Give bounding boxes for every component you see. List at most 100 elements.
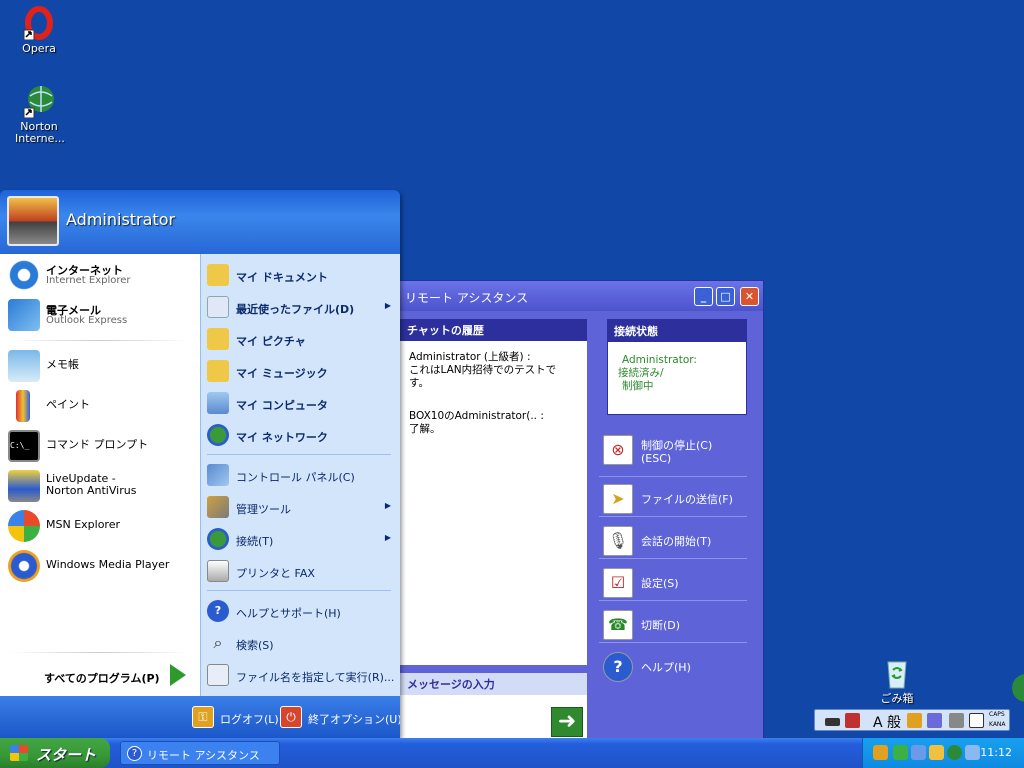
start-place-admin-tools[interactable]: 管理ツール ▶ [207, 492, 395, 520]
place-label: マイ ドキュメント [236, 271, 328, 284]
ime-pad-icon[interactable] [845, 713, 860, 728]
start-place-recent-documents[interactable]: 最近使ったファイル(D) ▶ [207, 292, 395, 320]
control-panel-icon [207, 464, 229, 486]
action-label: ヘルプ(H) [641, 661, 691, 674]
start-place-my-computer[interactable]: マイ コンピュータ [207, 388, 395, 416]
msn-icon[interactable] [893, 745, 908, 760]
start-talk-button[interactable]: 🎙 会話の開始(T) [599, 523, 747, 559]
start-item-media-player[interactable]: Windows Media Player [8, 547, 196, 585]
input-mode[interactable]: A 般 [873, 712, 901, 732]
network-connection-icon[interactable] [911, 745, 926, 760]
maximize-button[interactable]: □ [716, 287, 735, 306]
start-item-command-prompt[interactable]: C:\_ コマンド プロンプト [8, 427, 196, 465]
liveupdate-icon [8, 470, 40, 502]
start-item-email[interactable]: 電子メール Outlook Express [8, 296, 196, 334]
chat-line: Administrator (上級者) : [409, 351, 531, 363]
desktop-icon-opera[interactable]: Opera [4, 6, 74, 55]
start-place-printers[interactable]: プリンタと FAX [207, 556, 395, 584]
tool-icon[interactable] [907, 713, 922, 728]
start-item-msn-explorer[interactable]: MSN Explorer [8, 507, 196, 545]
place-label: コントロール パネル(C) [236, 471, 355, 484]
start-place-my-pictures[interactable]: マイ ピクチャ [207, 324, 395, 352]
start-menu-places: マイ ドキュメント 最近使ったファイル(D) ▶ マイ ピクチャ マイ ミュージ… [200, 254, 400, 696]
minimize-button[interactable]: _ [694, 287, 713, 306]
logoff-label: ログオフ(L) [220, 713, 279, 726]
start-place-my-documents[interactable]: マイ ドキュメント [207, 260, 395, 288]
separator [8, 652, 192, 653]
start-place-connections[interactable]: 接続(T) ▶ [207, 524, 395, 552]
send-message-button[interactable]: ➜ [551, 707, 583, 737]
start-label: スタート [36, 746, 97, 764]
msn-explorer-icon [8, 510, 40, 542]
action-label: 設定(S) [641, 577, 679, 590]
message-input-panel: メッセージの入力 ➜ [391, 673, 587, 741]
help-icon: ? [603, 652, 633, 682]
start-item-label: MSN Explorer [46, 518, 120, 531]
window-titlebar[interactable]: リモート アシスタンス _ □ ✕ [391, 281, 763, 311]
desktop-icon-norton[interactable]: Norton Interne... [4, 84, 74, 145]
my-network-icon [207, 424, 229, 446]
avatar[interactable] [7, 196, 59, 246]
start-item-paint[interactable]: ペイント [8, 387, 196, 425]
close-button[interactable]: ✕ [740, 287, 759, 306]
chat-history-header: チャットの履歴 [391, 319, 587, 341]
help-button[interactable]: ? ヘルプ(H) [599, 649, 747, 685]
admin-tools-icon [207, 496, 229, 518]
start-place-my-network[interactable]: マイ ネットワーク [207, 420, 395, 448]
start-menu-footer: ⚿ ログオフ(L) ⏻ 終了オプション(U) [0, 696, 400, 738]
place-label: マイ ミュージック [236, 367, 328, 380]
connection-status-panel: 接続状態 Administrator: 接続済み/ 制御中 [607, 319, 747, 415]
desktop-icon-recycle-bin[interactable]: ごみ箱 [862, 656, 932, 705]
chat-line: BOX10のAdministrator(.. : [409, 410, 544, 422]
recycle-bin-icon [880, 656, 914, 690]
clock[interactable]: 11:12 [980, 746, 1012, 759]
keyboard-icon[interactable] [825, 718, 840, 726]
start-place-search[interactable]: ⌕ 検索(S) [207, 628, 395, 656]
action-label: 会話の開始(T) [641, 535, 712, 548]
remote-assistance-window[interactable]: リモート アシスタンス _ □ ✕ チャットの履歴 Administrator … [390, 280, 764, 742]
message-input[interactable] [391, 693, 545, 739]
volume-icon[interactable] [929, 745, 944, 760]
help-icon[interactable] [969, 713, 984, 728]
place-label: マイ ネットワーク [236, 431, 328, 444]
command-prompt-icon: C:\_ [8, 430, 40, 462]
start-menu-programs: インターネット Internet Explorer 電子メール Outlook … [0, 254, 200, 696]
notepad-icon [8, 350, 40, 382]
start-place-my-music[interactable]: マイ ミュージック [207, 356, 395, 384]
start-item-liveupdate[interactable]: LiveUpdate - Norton AntiVirus [8, 467, 196, 505]
start-place-run[interactable]: ファイル名を指定して実行(R)... [207, 660, 395, 688]
network-icon[interactable] [873, 745, 888, 760]
settings-icon: ☑ [603, 568, 633, 598]
shutdown-label: 終了オプション(U) [308, 713, 400, 726]
dictionary-icon[interactable] [927, 713, 942, 728]
settings-button[interactable]: ☑ 設定(S) [599, 565, 747, 601]
language-bar[interactable]: A 般 CAPS KANA [814, 709, 1010, 731]
taskbar-button-label: リモート アシスタンス [147, 749, 260, 762]
chat-line: これはLAN内招待でのテストです。 [409, 364, 557, 389]
start-place-control-panel[interactable]: コントロール パネル(C) [207, 460, 395, 488]
action-label: 切断(D) [641, 619, 681, 632]
start-item-label: メモ帳 [46, 358, 79, 371]
start-item-internet[interactable]: インターネット Internet Explorer [8, 256, 196, 294]
start-item-notepad[interactable]: メモ帳 [8, 347, 196, 385]
disconnect-button[interactable]: ☎ 切断(D) [599, 607, 747, 643]
all-programs-arrow-icon [170, 664, 186, 686]
send-file-button[interactable]: ➤ ファイルの送信(F) [599, 481, 747, 517]
caps-indicator: CAPS [989, 711, 1005, 718]
start-item-label: Windows Media Player [46, 558, 170, 571]
taskbar-button-remote-assistance[interactable]: ? リモート アシスタンス [120, 741, 280, 765]
place-label: ヘルプとサポート(H) [236, 607, 341, 620]
chat-history-text[interactable]: Administrator (上級者) : これはLAN内招待でのテストです。 … [391, 341, 587, 446]
start-item-label: ペイント [46, 398, 90, 411]
submenu-arrow-icon: ▶ [384, 301, 391, 310]
chat-history-panel: チャットの履歴 Administrator (上級者) : これはLAN内招待で… [391, 319, 587, 665]
logoff-icon: ⚿ [192, 706, 214, 728]
system-tray: 11:12 [862, 738, 1024, 768]
lan-icon[interactable] [965, 745, 980, 760]
stop-control-button[interactable]: ⊗ 制御の停止(C) (ESC) [599, 429, 747, 477]
start-button[interactable]: スタート [0, 738, 110, 768]
pad-icon[interactable] [949, 713, 964, 728]
all-programs-button[interactable]: すべてのプログラム(P) [0, 658, 200, 690]
start-place-help-support[interactable]: ? ヘルプとサポート(H) [207, 596, 395, 624]
norton-icon[interactable] [947, 745, 962, 760]
